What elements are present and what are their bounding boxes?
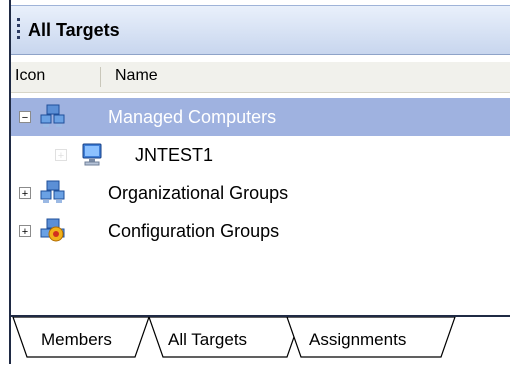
column-header-icon[interactable]: Icon <box>15 67 45 85</box>
target-tree: − Managed Computers + JNTEST1 + Organiza… <box>11 93 510 313</box>
column-header: Icon Name <box>11 62 510 93</box>
tree-item-label: JNTEST1 <box>135 145 214 165</box>
expand-icon: + <box>55 149 67 162</box>
tab-members[interactable]: Members <box>41 330 112 350</box>
column-divider[interactable] <box>100 67 101 87</box>
configuration-group-icon <box>40 218 65 242</box>
tree-item-label: Configuration Groups <box>108 221 280 241</box>
expand-icon[interactable]: + <box>19 187 31 200</box>
tab-all-targets[interactable]: All Targets <box>168 330 247 350</box>
tree-item-organizational-groups[interactable]: + Organizational Groups <box>11 174 510 212</box>
tree-item-label: Managed Computers <box>108 107 277 127</box>
computer-group-icon <box>40 104 65 127</box>
tab-assignments[interactable]: Assignments <box>309 330 406 350</box>
collapse-icon[interactable]: − <box>19 111 31 124</box>
panel-header: All Targets <box>11 5 510 55</box>
computer-group-icon <box>40 180 65 203</box>
tree-item-managed-computers[interactable]: − Managed Computers <box>11 98 510 136</box>
bottom-tab-bar: Members All Targets Assignments <box>11 315 510 366</box>
panel-title: All Targets <box>28 20 120 40</box>
column-header-name[interactable]: Name <box>115 67 158 85</box>
tree-item-label: Organizational Groups <box>108 183 289 203</box>
targets-panel: All Targets Icon Name − Managed Computer… <box>9 0 510 366</box>
drag-grip-icon[interactable] <box>17 18 20 42</box>
tree-item-jntest1[interactable]: + JNTEST1 <box>11 136 510 174</box>
expand-icon[interactable]: + <box>19 225 31 238</box>
monitor-icon <box>82 143 102 166</box>
tree-item-configuration-groups[interactable]: + Configuration Groups <box>11 212 510 250</box>
